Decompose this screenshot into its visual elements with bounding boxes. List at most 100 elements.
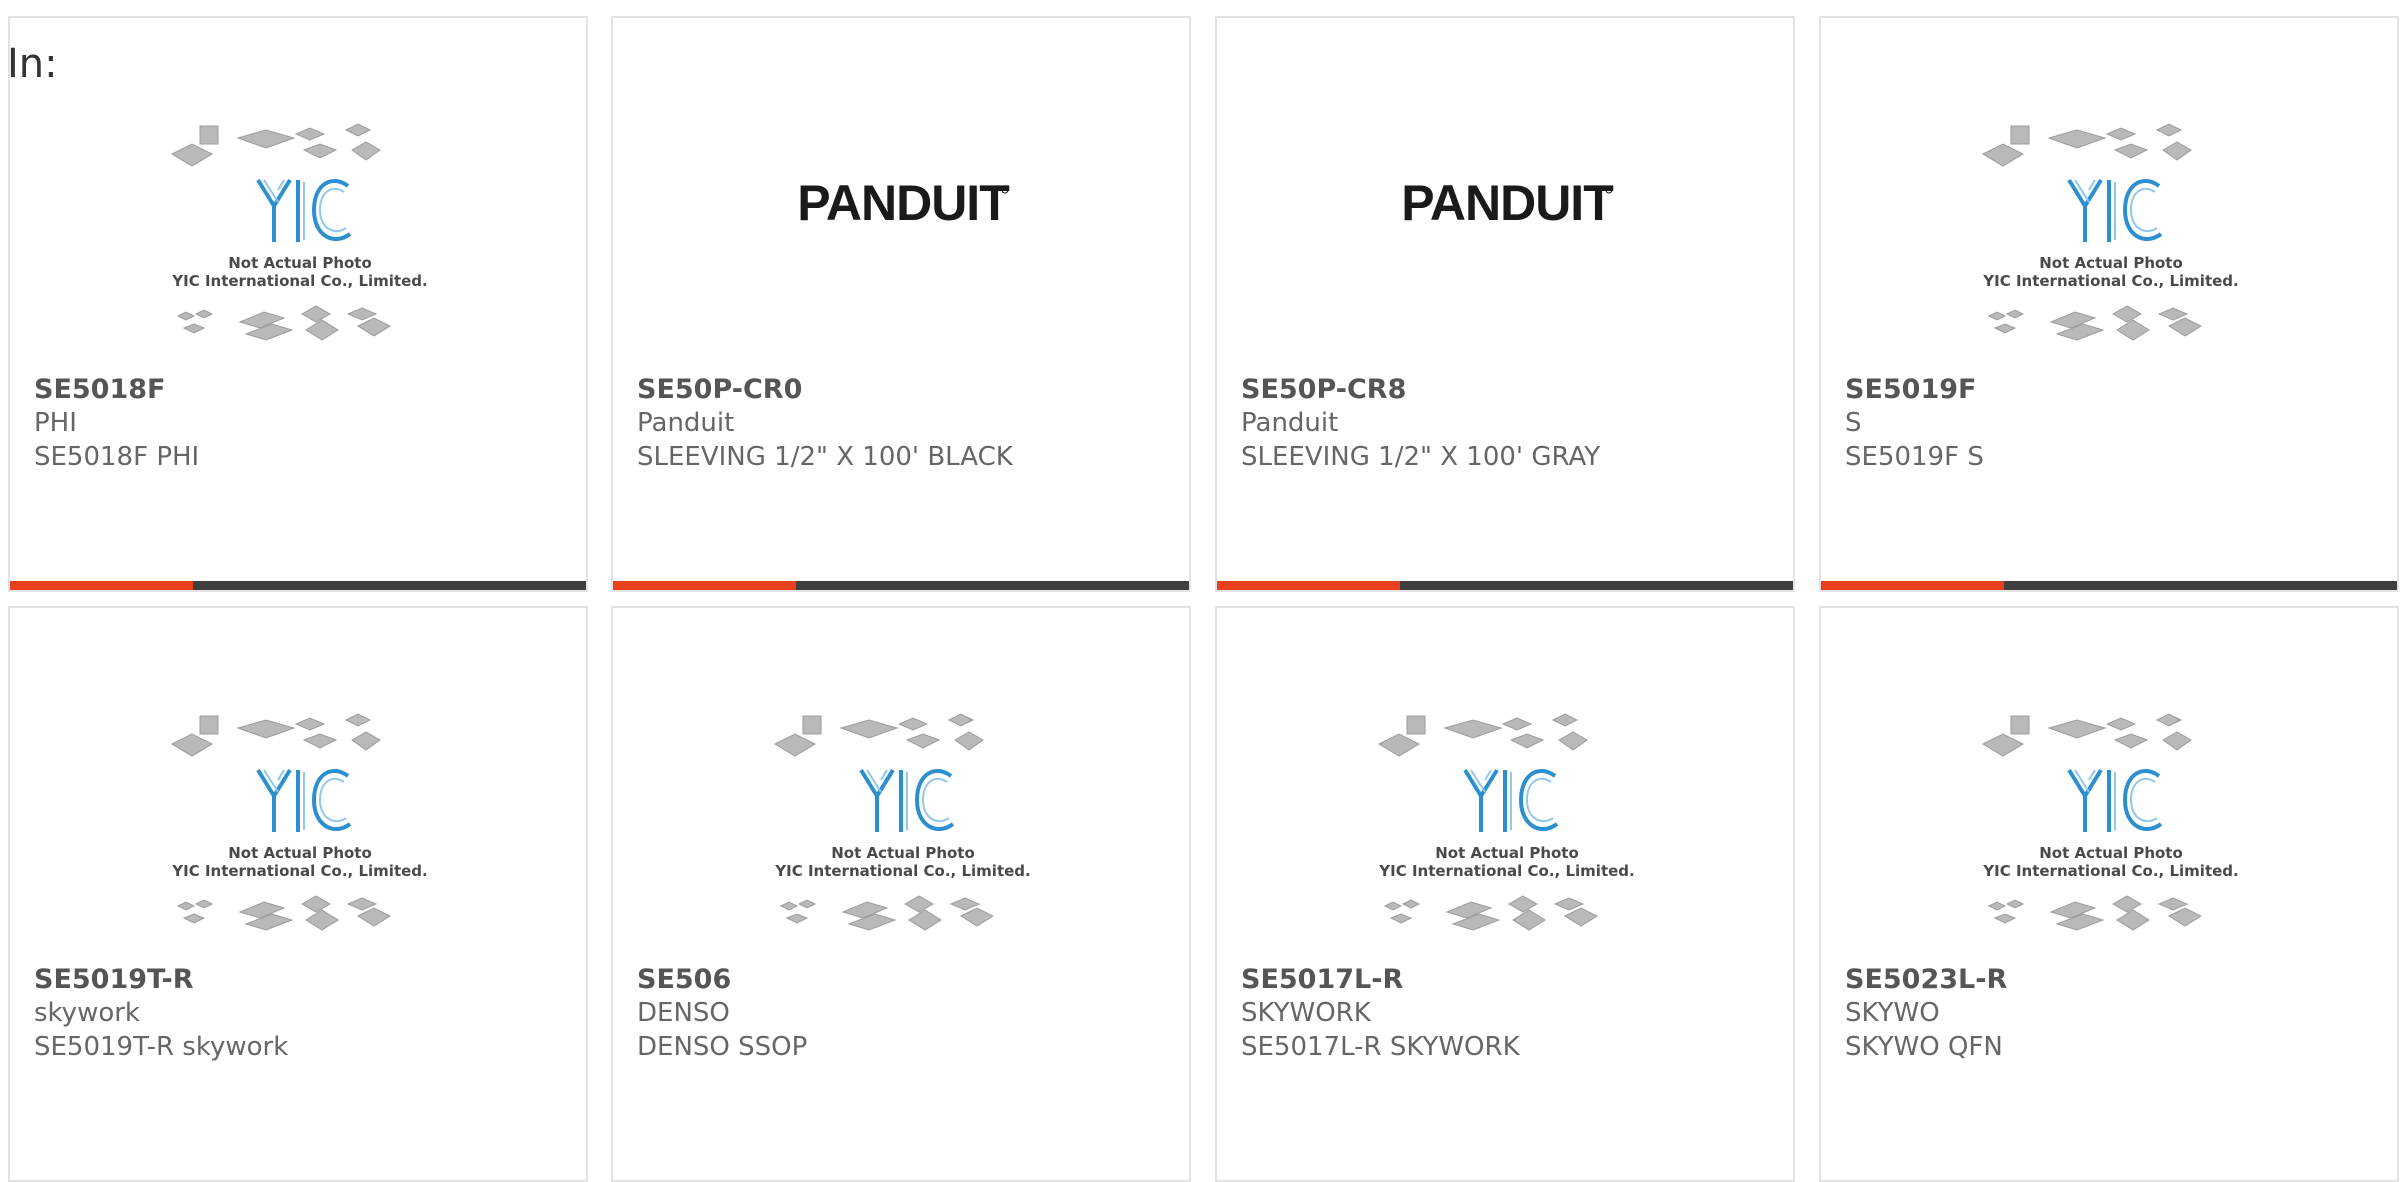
chip-icon	[194, 309, 214, 319]
product-image[interactable]: Not Actual Photo YIC International Co., L…	[1821, 698, 2397, 958]
part-number[interactable]: SE506	[637, 964, 731, 995]
product-image[interactable]: Not Actual Photo YIC International Co., L…	[1217, 698, 1793, 958]
product-image[interactable]: PANDUIT	[1217, 108, 1793, 368]
not-actual-photo-text: Not Actual Photo	[1435, 844, 1579, 862]
not-actual-photo-text: Not Actual Photo	[228, 254, 372, 272]
chip-icon	[182, 323, 206, 334]
yic-logo-icon	[256, 768, 352, 832]
yic-logo-icon	[2067, 768, 2163, 832]
product-image[interactable]: Not Actual Photo YIC International Co., L…	[613, 698, 1189, 958]
chip-icon	[1377, 733, 1421, 757]
chip-icon	[959, 907, 995, 927]
company-name-text: YIC International Co., Limited.	[171, 272, 427, 290]
chip-icon	[2005, 309, 2025, 319]
chip-icon	[294, 127, 326, 141]
chip-icon	[346, 897, 378, 911]
chip-icon	[1509, 733, 1545, 749]
card-bottom-bar	[1821, 581, 2397, 590]
yic-placeholder-graphic: Not Actual PhotoYIC International Co., L…	[773, 713, 1031, 931]
chip-icon	[1993, 323, 2017, 334]
product-image[interactable]: Not Actual Photo YIC International Co., L…	[10, 698, 586, 958]
product-image[interactable]: PANDUIT	[613, 108, 1189, 368]
product-image[interactable]: Not Actual Photo YIC International Co., L…	[10, 108, 586, 368]
chip-icon	[356, 907, 392, 927]
chip-icon	[2111, 305, 2143, 323]
chip-icon	[2111, 895, 2143, 913]
chip-icon	[2157, 307, 2189, 321]
chip-icon	[1451, 913, 1501, 931]
chip-icon	[1383, 901, 1403, 911]
part-number[interactable]: SE50P-CR8	[1241, 374, 1406, 405]
chip-icon	[2113, 733, 2149, 749]
chip-icon	[2116, 909, 2150, 931]
chip-icon	[244, 323, 294, 341]
product-card[interactable]: Not Actual Photo YIC International Co., L…	[1819, 16, 2399, 592]
chip-icon	[1389, 913, 1413, 924]
card-bottom-bar	[1217, 581, 1793, 590]
description: DENSO SSOP	[637, 1032, 808, 1062]
chip-icon	[2167, 317, 2203, 337]
yic-logo-icon	[256, 178, 352, 242]
product-card[interactable]: Not Actual Photo YIC International Co., L…	[8, 16, 588, 592]
chip-icon	[2055, 323, 2105, 341]
panduit-logo-icon: PANDUIT	[1401, 175, 1614, 231]
chip-icon	[300, 305, 332, 323]
description: SE5017L-R SKYWORK	[1241, 1032, 1520, 1062]
company-name-text: YIC International Co., Limited.	[1982, 272, 2238, 290]
description: SE5019F S	[1845, 442, 1984, 472]
chip-icon	[176, 901, 196, 911]
chip-icon	[2105, 127, 2137, 141]
part-number[interactable]: SE5019T-R	[34, 964, 193, 995]
chip-icon	[2155, 713, 2183, 727]
product-card[interactable]: Not Actual Photo YIC International Co., L…	[8, 606, 588, 1182]
product-card[interactable]: Not Actual Photo YIC International Co., L…	[611, 606, 1191, 1182]
part-number[interactable]: SE5018F	[34, 374, 165, 405]
chip-icon	[773, 733, 817, 757]
description: SLEEVING 1/2" X 100' GRAY	[1241, 442, 1601, 472]
chip-icon	[908, 909, 942, 931]
chip-icon	[2010, 125, 2030, 145]
card-accent-bar	[1821, 581, 2004, 590]
manufacturer: Panduit	[637, 408, 735, 438]
product-card[interactable]: PANDUIT SE50P-CR0 Panduit SLEEVING 1/2" …	[611, 16, 1191, 592]
chip-icon	[839, 719, 899, 739]
manufacturer: SKYWO	[1845, 998, 1940, 1028]
yic-logo-icon	[1463, 768, 1559, 832]
chip-icon	[903, 895, 935, 913]
chip-icon	[1443, 719, 1503, 739]
chip-icon	[182, 913, 206, 924]
chip-icon	[1507, 895, 1539, 913]
card-accent-bar	[10, 581, 193, 590]
part-number[interactable]: SE5017L-R	[1241, 964, 1403, 995]
product-card[interactable]: PANDUIT SE50P-CR8 Panduit SLEEVING 1/2" …	[1215, 16, 1795, 592]
chip-icon	[2113, 143, 2149, 159]
yic-placeholder-graphic: Not Actual PhotoYIC International Co., L…	[170, 713, 428, 931]
chip-icon	[1406, 715, 1426, 735]
product-image[interactable]: Not Actual Photo YIC International Co., L…	[1821, 108, 2397, 368]
yic-placeholder-graphic: Not Actual PhotoYIC International Co., L…	[1377, 713, 1635, 931]
chip-icon	[2010, 715, 2030, 735]
chip-icon	[236, 719, 296, 739]
chip-icon	[1563, 907, 1599, 927]
manufacturer: PHI	[34, 408, 77, 438]
product-card[interactable]: Not Actual Photo YIC International Co., L…	[1215, 606, 1795, 1182]
part-number[interactable]: SE50P-CR0	[637, 374, 802, 405]
yic-logo-icon	[2067, 178, 2163, 242]
description: SKYWO QFN	[1845, 1032, 2003, 1062]
product-card[interactable]: Not Actual Photo YIC International Co., L…	[1819, 606, 2399, 1182]
chip-icon	[305, 319, 339, 341]
chip-icon	[949, 897, 981, 911]
part-number[interactable]: SE5019F	[1845, 374, 1976, 405]
manufacturer: SKYWORK	[1241, 998, 1371, 1028]
yic-logo-icon	[859, 768, 955, 832]
chip-icon	[351, 141, 381, 161]
yic-placeholder-graphic: Not Actual PhotoYIC International Co., L…	[170, 123, 428, 341]
chip-icon	[2162, 141, 2192, 161]
chip-icon	[302, 143, 338, 159]
yic-placeholder-graphic: Not Actual PhotoYIC International Co., L…	[1981, 123, 2239, 341]
part-number[interactable]: SE5023L-R	[1845, 964, 2007, 995]
chip-icon	[2162, 731, 2192, 751]
chip-icon	[244, 913, 294, 931]
chip-icon	[2005, 899, 2025, 909]
svg-text:PANDUIT: PANDUIT	[797, 175, 1009, 231]
